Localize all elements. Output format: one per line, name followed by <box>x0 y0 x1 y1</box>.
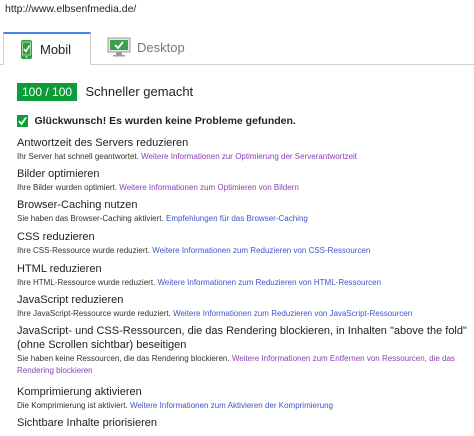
score-label: Schneller gemacht <box>85 84 194 99</box>
rule-desc: Ihre CSS-Ressource wurde reduziert. Weit… <box>17 245 467 257</box>
rule-title: JavaScript reduzieren <box>17 294 124 306</box>
rule-desc-text: Die Komprimierung ist aktiviert. <box>17 401 128 410</box>
rule-desc: Ihre HTML-Ressource wurde reduziert. Wei… <box>17 277 467 289</box>
rule-desc-text: Ihr Server hat schnell geantwortet. <box>17 152 139 161</box>
rule-desc-text: Sie haben keine Ressourcen, die das Rend… <box>17 354 230 363</box>
rule-link[interactable]: Weitere Informationen zum Optimieren von… <box>119 183 299 192</box>
rule-desc-text: Ihre CSS-Ressource wurde reduziert. <box>17 246 150 255</box>
rule-desc: Die Komprimierung ist aktiviert. Weitere… <box>17 400 467 412</box>
rule-title: Bilder optimieren <box>17 168 100 180</box>
device-tabs: Mobil Desktop <box>0 32 474 65</box>
rule-title: HTML reduzieren <box>17 263 102 275</box>
rule-link[interactable]: Empfehlungen für das Browser-Caching <box>166 214 308 223</box>
congrats-text: Glückwunsch! Es wurden keine Probleme ge… <box>34 115 296 127</box>
rule-desc-text: Ihre JavaScript-Ressource wurde reduzier… <box>17 309 171 318</box>
rule-minify-css: CSS reduzieren Ihre CSS-Ressource wurde … <box>17 230 467 257</box>
rule-title: Komprimierung aktivieren <box>17 386 142 398</box>
rule-minify-javascript: JavaScript reduzieren Ihre JavaScript-Re… <box>17 293 467 320</box>
rule-render-blocking: JavaScript- und CSS-Ressourcen, die das … <box>17 324 467 377</box>
rule-desc-text: Ihre HTML-Ressource wurde reduziert. <box>17 278 156 287</box>
score-row: 100 / 100 Schneller gemacht <box>17 83 193 101</box>
phone-check-icon <box>21 40 32 59</box>
rule-prioritize-visible-content: Sichtbare Inhalte priorisieren <box>17 416 467 430</box>
rule-minify-html: HTML reduzieren Ihre HTML-Ressource wurd… <box>17 262 467 289</box>
rule-title: CSS reduzieren <box>17 231 95 243</box>
rule-title: JavaScript- und CSS-Ressourcen, die das … <box>17 325 467 351</box>
tab-mobil-label: Mobil <box>40 42 72 57</box>
rule-link[interactable]: Weitere Informationen zum Aktivieren der… <box>130 401 333 410</box>
rule-desc-text: Sie haben das Browser-Caching aktiviert. <box>17 214 164 223</box>
rule-link[interactable]: Weitere Informationen zur Optimierung de… <box>141 152 357 161</box>
rule-desc: Sie haben das Browser-Caching aktiviert.… <box>17 213 467 225</box>
tab-desktop[interactable]: Desktop <box>100 32 200 64</box>
rule-link[interactable]: Weitere Informationen zum Reduzieren von… <box>158 278 382 287</box>
desktop-check-icon <box>107 37 131 69</box>
rule-desc: Ihre Bilder wurden optimiert. Weitere In… <box>17 182 467 194</box>
rule-server-response: Antwortzeit des Servers reduzieren Ihr S… <box>17 136 467 163</box>
rule-desc-text: Ihre Bilder wurden optimiert. <box>17 183 118 192</box>
rule-title: Sichtbare Inhalte priorisieren <box>17 417 158 429</box>
score-badge: 100 / 100 <box>17 83 78 101</box>
tab-mobil[interactable]: Mobil <box>3 32 91 65</box>
congrats-message: Glückwunsch! Es wurden keine Probleme ge… <box>17 114 296 128</box>
tab-desktop-label: Desktop <box>137 40 185 55</box>
check-icon <box>17 115 28 127</box>
rule-desc: Ihr Server hat schnell geantwortet. Weit… <box>17 151 467 163</box>
rule-desc: Ihre JavaScript-Ressource wurde reduzier… <box>17 308 467 320</box>
rule-enable-compression: Komprimierung aktivieren Die Komprimieru… <box>17 385 467 412</box>
rule-browser-caching: Browser-Caching nutzen Sie haben das Bro… <box>17 198 467 225</box>
url-bar[interactable]: http://www.elbsenfmedia.de/ <box>0 0 474 18</box>
rule-link[interactable]: Weitere Informationen zum Reduzieren von… <box>173 309 412 318</box>
rule-title: Antwortzeit des Servers reduzieren <box>17 137 189 149</box>
rule-link[interactable]: Weitere Informationen zum Reduzieren von… <box>152 246 370 255</box>
rule-optimize-images: Bilder optimieren Ihre Bilder wurden opt… <box>17 167 467 194</box>
rule-desc: Sie haben keine Ressourcen, die das Rend… <box>17 353 467 377</box>
rule-title: Browser-Caching nutzen <box>17 199 138 211</box>
